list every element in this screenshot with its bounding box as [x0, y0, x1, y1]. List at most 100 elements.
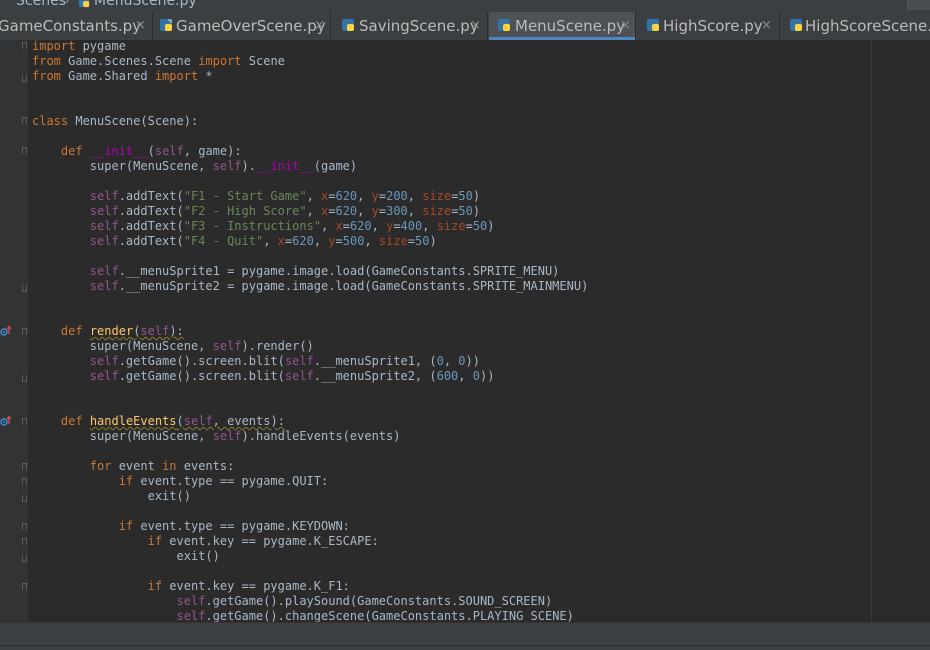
code-line[interactable]: self.__menuSprite1 = pygame.image.load(G…: [32, 264, 560, 279]
code-token: in: [162, 459, 177, 473]
code-token: y: [328, 234, 336, 248]
code-line[interactable]: from Game.Shared import *: [32, 69, 213, 84]
fold-marker[interactable]: [22, 478, 27, 485]
code-line[interactable]: super(MenuScene, self).render(): [32, 339, 314, 354]
fold-marker[interactable]: [22, 42, 27, 49]
fold-marker[interactable]: [22, 147, 27, 154]
code-token: (: [176, 414, 184, 428]
close-icon[interactable]: ×: [761, 12, 772, 40]
code-line[interactable]: self.getGame().screen.blit(self.__menuSp…: [32, 369, 495, 384]
fold-marker[interactable]: [22, 375, 27, 382]
code-token: Game.Scenes.Scene: [60, 54, 199, 68]
fold-marker[interactable]: [22, 463, 27, 470]
fold-marker[interactable]: [22, 523, 27, 530]
code-token: "F3 - Instructions": [183, 219, 322, 233]
code-line[interactable]: self.getGame().screen.blit(self.__menuSp…: [32, 354, 480, 369]
close-icon[interactable]: ×: [470, 12, 481, 40]
code-token: 0: [436, 354, 444, 368]
tab-menuscene[interactable]: MenuScene.py ×: [489, 12, 636, 40]
code-line[interactable]: for event in events:: [32, 459, 235, 474]
code-line[interactable]: exit(): [32, 489, 191, 504]
code-line[interactable]: def __init__(self, game):: [32, 144, 242, 159]
code-line[interactable]: if event.type == pygame.QUIT:: [32, 474, 329, 489]
code-line[interactable]: super(MenuScene, self).handleEvents(even…: [32, 429, 401, 444]
code-token: .addText(: [118, 189, 184, 203]
code-token: self: [89, 369, 119, 383]
fold-marker[interactable]: [22, 583, 27, 590]
fold-marker[interactable]: [22, 418, 27, 425]
code-line[interactable]: if event.key == pygame.K_ESCAPE:: [32, 534, 379, 549]
code-token: from: [32, 69, 61, 83]
code-token: ,: [321, 219, 336, 233]
code-line[interactable]: def handleEvents(self, events):: [32, 414, 285, 429]
code-token: 620: [335, 204, 358, 218]
close-icon[interactable]: ×: [135, 12, 146, 40]
fold-marker[interactable]: [22, 538, 27, 545]
code-token: .__menuSprite1, (: [313, 354, 437, 368]
code-token: super(MenuScene,: [32, 429, 213, 443]
code-line[interactable]: if event.type == pygame.KEYDOWN:: [32, 519, 350, 534]
code-line[interactable]: self.__menuSprite2 = pygame.image.load(G…: [32, 279, 589, 294]
code-token: event.type == pygame.QUIT:: [133, 474, 329, 488]
code-token: 50: [472, 219, 488, 233]
code-token: x: [277, 234, 285, 248]
tab-gameconstants[interactable]: GameConstants.py ×: [0, 12, 153, 40]
tab-gameoverscene[interactable]: GameOverScene.py ×: [153, 12, 331, 40]
override-method-icon[interactable]: [0, 325, 12, 337]
code-token: self: [89, 204, 119, 218]
breadcrumb-item-file[interactable]: MenuScene.py: [94, 0, 197, 9]
code-token: def: [60, 324, 83, 338]
close-icon[interactable]: ×: [620, 12, 631, 40]
code-line[interactable]: from Game.Scenes.Scene import Scene: [32, 54, 285, 69]
fold-marker[interactable]: [22, 285, 27, 292]
code-token: import: [32, 40, 76, 53]
code-token: ,: [458, 369, 473, 383]
code-line[interactable]: if event.key == pygame.K_F1:: [32, 579, 350, 594]
code-token: render: [89, 324, 134, 338]
code-token: pygame: [75, 40, 126, 53]
tab-highscore[interactable]: HighScore.py ×: [637, 12, 780, 40]
code-token: ,: [313, 234, 329, 248]
breadcrumb-separator: ›: [64, 0, 70, 9]
fold-marker[interactable]: [22, 117, 27, 124]
code-line[interactable]: self.getGame().changeScene(GameConstants…: [32, 609, 574, 622]
code-token: =: [342, 219, 350, 233]
code-token: 0: [472, 369, 480, 383]
code-line[interactable]: class MenuScene(Scene):: [32, 114, 198, 129]
fold-marker[interactable]: [22, 555, 27, 562]
close-icon[interactable]: ×: [314, 12, 325, 40]
tab-label: SavingScene.py: [359, 17, 479, 35]
code-line[interactable]: def render(self):: [32, 324, 184, 339]
override-method-icon[interactable]: [0, 415, 12, 427]
navigation-widget[interactable]: [907, 0, 930, 10]
code-token: ): [472, 189, 481, 203]
code-line[interactable]: self.addText("F2 - High Score", x=620, y…: [32, 204, 480, 219]
code-line[interactable]: self.addText("F3 - Instructions", x=620,…: [32, 219, 495, 234]
code-line[interactable]: self.addText("F1 - Start Game", x=620, y…: [32, 189, 480, 204]
code-line[interactable]: super(MenuScene, self).__init__(game): [32, 159, 357, 174]
breadcrumb-item-scenes[interactable]: Scenes: [16, 0, 66, 9]
code-line[interactable]: exit(): [32, 549, 219, 564]
fold-marker[interactable]: [22, 75, 27, 82]
breadcrumb: Scenes › MenuScene.py: [0, 0, 930, 12]
tab-savingscene[interactable]: SavingScene.py ×: [333, 12, 488, 40]
code-token: Scene: [241, 54, 285, 68]
code-editor[interactable]: import pygame from Game.Scenes.Scene impo…: [0, 40, 930, 622]
code-line[interactable]: self.addText("F4 - Quit", x=620, y=500, …: [32, 234, 437, 249]
tab-highscorescene[interactable]: HighScoreScene.py: [781, 12, 930, 40]
code-token: , game):: [183, 144, 242, 158]
fold-marker[interactable]: [22, 328, 27, 335]
code-token: self: [89, 234, 119, 248]
code-line[interactable]: import pygame: [32, 40, 126, 54]
ide-window: Scenes › MenuScene.py GameConstants.py ×…: [0, 0, 930, 650]
editor-gutter[interactable]: [0, 40, 28, 622]
code-line[interactable]: self.getGame().playSound(GameConstants.S…: [32, 594, 553, 609]
fold-marker[interactable]: [22, 495, 27, 502]
code-token: self: [176, 609, 206, 622]
